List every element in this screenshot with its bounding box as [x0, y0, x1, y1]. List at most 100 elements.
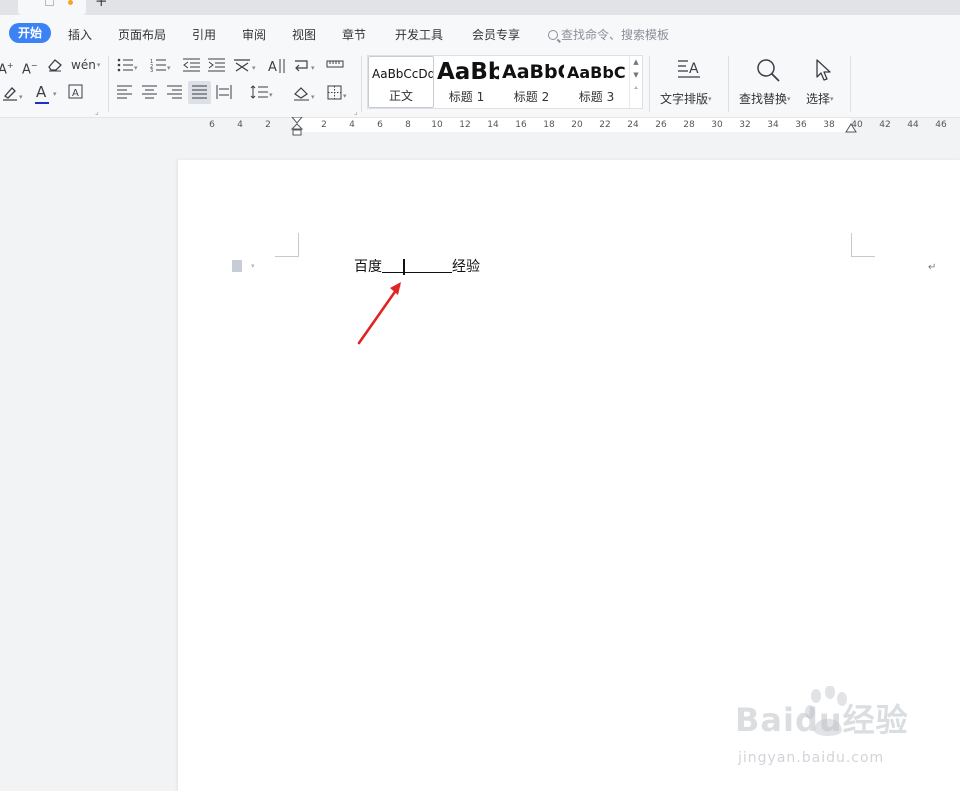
styles-scroll[interactable]: ▲ ▼ ⩡: [629, 56, 642, 108]
ruler-number: 32: [739, 120, 751, 130]
select-label: 选择▾: [806, 92, 834, 106]
chinese-layout-icon[interactable]: ▾: [233, 58, 256, 77]
line-spacing-icon[interactable]: ▾: [250, 85, 273, 104]
cursor-arrow-icon: [816, 59, 831, 81]
text-layout-label: 文字排版▾: [660, 92, 712, 106]
paragraph-mark-icon: ↵: [928, 262, 937, 273]
ruler-number: 24: [627, 120, 639, 130]
watermark-url: jingyan.baidu.com: [738, 750, 885, 766]
distributed-align-icon[interactable]: [216, 85, 232, 104]
align-center-icon[interactable]: [142, 85, 157, 104]
horizontal-ruler[interactable]: 6 4 2 2 4 6 8 10 12 14 16 18 20 22 24 26…: [0, 117, 960, 137]
line-break-icon[interactable]: ▾: [294, 58, 315, 77]
monitor-icon: [45, 0, 54, 6]
tab-view[interactable]: 视图: [292, 26, 316, 43]
svg-text:A: A: [268, 60, 277, 74]
ruler-number: 34: [767, 120, 779, 130]
shrink-font-icon[interactable]: A−: [22, 58, 38, 78]
document-text-line[interactable]: 百度 经验: [354, 258, 480, 276]
text-direction-icon[interactable]: A: [268, 58, 286, 79]
grow-font-icon[interactable]: A+: [0, 58, 14, 78]
tab-member[interactable]: 会员专享: [472, 26, 520, 43]
chevron-down-icon[interactable]: ▼: [630, 69, 642, 82]
style-heading-2[interactable]: AaBbC 标题 2: [499, 56, 564, 108]
decrease-indent-icon[interactable]: [183, 58, 200, 77]
tab-page-layout[interactable]: 页面布局: [118, 26, 166, 43]
tab-developer-tools[interactable]: 开发工具: [395, 26, 443, 43]
char-border-icon[interactable]: A: [68, 84, 83, 104]
menu-bar: 开始 插入 页面布局 引用 审阅 视图 章节 开发工具 会员专享 查找命令、搜索…: [0, 15, 960, 52]
unsaved-dot-icon: [68, 0, 73, 5]
ruler-number: 6: [377, 120, 383, 130]
ruler-number: 42: [879, 120, 891, 130]
ruler-number: 28: [683, 120, 695, 130]
increase-indent-icon[interactable]: [208, 58, 225, 77]
red-annotation-arrow: [357, 282, 401, 345]
text-cursor: [403, 259, 405, 275]
ruler-number: 38: [823, 120, 835, 130]
find-replace-label: 查找替换▾: [739, 92, 791, 106]
document-tab[interactable]: [18, 0, 86, 15]
window-tab-strip: +: [0, 0, 960, 15]
style-normal[interactable]: AaBbCcDd 正文: [368, 56, 434, 108]
tab-home[interactable]: 开始: [9, 23, 52, 43]
svg-text:A: A: [72, 88, 79, 99]
new-tab-plus-icon[interactable]: +: [95, 0, 108, 9]
ruler-number: 20: [571, 120, 583, 130]
tab-review[interactable]: 审阅: [242, 26, 266, 43]
command-search-placeholder: 查找命令、搜索模板: [561, 28, 670, 42]
phonetic-guide-icon[interactable]: wén▾: [71, 57, 100, 73]
watermark-logo-text: Baidu经验: [735, 701, 909, 739]
ruler-number: 14: [487, 120, 499, 130]
chevron-up-icon[interactable]: ▲: [630, 56, 642, 69]
tab-insert[interactable]: 插入: [68, 26, 92, 43]
tab-sections[interactable]: 章节: [342, 26, 366, 43]
ruler-number: 4: [237, 120, 243, 130]
underline-blank-right: [404, 259, 452, 273]
ruler-number: 16: [515, 120, 527, 130]
text-layout-icon: A: [678, 60, 700, 78]
ruler-number: 30: [711, 120, 723, 130]
ruler-number: 2: [265, 120, 271, 130]
indent-marker-icon[interactable]: [291, 117, 303, 137]
font-color-swatch: [35, 102, 49, 104]
align-left-icon[interactable]: [117, 85, 132, 104]
svg-text:A: A: [689, 61, 699, 77]
bullet-list-icon[interactable]: ▾: [117, 58, 138, 77]
style-normal-label: 正文: [388, 89, 413, 103]
ruler-number: 44: [907, 120, 919, 130]
ruler-toggle-icon[interactable]: [326, 58, 344, 75]
clear-format-icon[interactable]: [47, 58, 63, 77]
style-heading-2-label: 标题 2: [513, 90, 550, 104]
expand-styles-icon[interactable]: ⩡: [630, 82, 642, 95]
command-search[interactable]: 查找命令、搜索模板: [548, 26, 669, 43]
home-ribbon: A+ A− wén▾ ▾ A ▾ A ⌟ ▾ 1 2 3 ▾ ▾ A ▾ ▾ ▾…: [0, 52, 960, 118]
ruler-number: 18: [543, 120, 555, 130]
paragraph-handle-icon[interactable]: [232, 260, 242, 272]
style-heading-3[interactable]: AaBbC 标题 3: [564, 56, 629, 108]
align-right-icon[interactable]: [167, 85, 182, 104]
borders-icon[interactable]: ▾: [327, 85, 347, 105]
ruler-number: 46: [935, 120, 947, 130]
margin-corner-top-right: [851, 233, 875, 257]
font-color-icon[interactable]: A: [36, 84, 46, 100]
tab-references[interactable]: 引用: [192, 26, 216, 43]
magnifier-icon: [757, 59, 780, 82]
numbered-list-icon[interactable]: 1 2 3 ▾: [150, 58, 171, 77]
styles-gallery: AaBbCcDd 正文 AaBb 标题 1 AaBbC 标题 2 AaBbC 标…: [367, 55, 643, 109]
style-heading-3-label: 标题 3: [578, 90, 615, 104]
style-heading-1-label: 标题 1: [448, 90, 485, 104]
right-indent-marker-icon[interactable]: [845, 122, 857, 134]
text-after: 经验: [452, 259, 480, 275]
ruler-number: 6: [209, 120, 215, 130]
shading-icon[interactable]: ▾: [293, 85, 315, 106]
ruler-number: 10: [431, 120, 443, 130]
style-normal-sample: AaBbCcDd: [372, 67, 434, 81]
chevron-down-icon[interactable]: ▾: [251, 262, 255, 270]
justify-icon[interactable]: [192, 85, 207, 104]
highlight-icon[interactable]: ▾: [2, 85, 23, 106]
style-heading-1[interactable]: AaBb 标题 1: [434, 56, 499, 108]
ruler-number: 2: [321, 120, 327, 130]
ruler-number: 22: [599, 120, 611, 130]
ruler-number: 8: [405, 120, 411, 130]
